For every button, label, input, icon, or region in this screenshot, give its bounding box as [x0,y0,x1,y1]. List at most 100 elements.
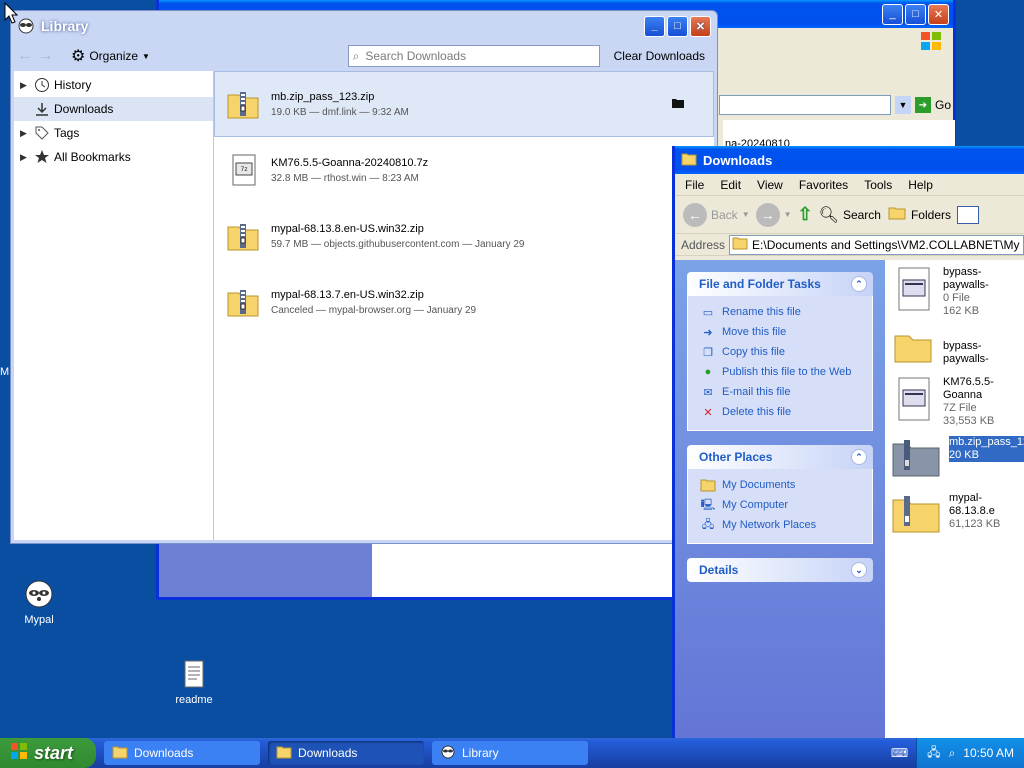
menu-tools[interactable]: Tools [864,178,892,192]
sidebar-item-downloads[interactable]: Downloads [14,97,213,121]
network-tray-icon[interactable]: 🖧︎ [927,743,940,764]
download-item[interactable]: mypal-68.13.8.en-US.win32.zip 59.7 MB — … [214,203,714,269]
folder-item[interactable]: bypass-paywalls- [891,324,1024,371]
task-rename[interactable]: ▭ Rename this file [700,302,860,322]
minimize-button[interactable]: _ [644,15,665,37]
download-item[interactable]: mb.zip_pass_123.zip 19.0 KB — dmf.link —… [214,71,714,137]
file-item[interactable]: KM76.5.5-Goanna 7Z File 33,553 KB [891,376,1024,428]
file-item-selected[interactable]: mb.zip_pass_123 20 KB [891,436,1024,481]
desktop-icon-readme[interactable]: readme [159,658,229,706]
collapse-chevron-icon[interactable]: ⌃ [851,449,867,465]
task-label: My Computer [722,499,789,511]
search-tray-icon[interactable]: ⌕ [949,746,956,761]
task-email[interactable]: ✉ E-mail this file [700,382,860,402]
sidebar-item-label: Downloads [54,102,114,116]
place-my-computer[interactable]: 🖳︎ My Computer [700,495,860,515]
clear-downloads-button[interactable]: Clear Downloads [608,49,711,63]
maximize-button[interactable]: □ [905,3,926,25]
menu-favorites[interactable]: Favorites [799,178,848,192]
explorer-window[interactable]: Downloads File Edit View Favorites Tools… [672,146,1024,740]
panel-header[interactable]: File and Folder Tasks ⌃ [687,272,873,296]
search-button[interactable]: 🔍︎ Search [819,205,881,225]
place-my-documents[interactable]: My Documents [700,475,860,495]
go-button[interactable]: ➔ Go [914,97,951,113]
library-titlebar[interactable]: Library _ □ ✕ [11,11,717,41]
address-field[interactable] [719,95,891,115]
folder-icon [681,152,697,169]
search-downloads-input[interactable]: ⌕ Search Downloads [347,45,600,67]
sidebar-item-history[interactable]: ▶ History [14,73,213,97]
start-button[interactable]: start [0,738,96,768]
taskbar-button-library[interactable]: Library [432,741,588,765]
minimize-button[interactable]: _ [882,3,903,25]
expand-arrow-icon[interactable]: ▶ [20,128,30,139]
taskbar-button-downloads[interactable]: Downloads [104,741,260,765]
generic-file-icon [891,266,935,317]
task-move[interactable]: ➜ Move this file [700,322,860,342]
place-my-network-places[interactable]: 🖧︎ My Network Places [700,515,860,535]
menu-help[interactable]: Help [908,178,933,192]
expand-chevron-icon[interactable]: ⌄ [851,562,867,578]
close-button[interactable]: ✕ [928,3,949,25]
menu-edit[interactable]: Edit [720,178,741,192]
download-item[interactable]: mypal-68.13.7.en-US.win32.zip Canceled —… [214,269,714,335]
archive-file-icon: 7z [225,152,261,188]
sidebar-item-tags[interactable]: ▶ Tags [14,121,213,145]
menu-view[interactable]: View [757,178,783,192]
taskbar-button-downloads-active[interactable]: Downloads [268,741,424,765]
other-places-panel: Other Places ⌃ My Documents 🖳︎ My Compute… [687,445,873,544]
back-arrow-icon[interactable]: ← [17,47,33,64]
task-publish[interactable]: ● Publish this file to the Web [700,362,860,382]
close-button[interactable]: ✕ [690,15,711,37]
panel-header[interactable]: Details ⌄ [687,558,873,582]
views-button[interactable] [956,205,979,224]
menu-file[interactable]: File [685,178,704,192]
go-label: Go [934,98,951,112]
expand-arrow-icon[interactable]: ▶ [20,80,30,91]
download-filename: mb.zip_pass_123.zip [271,90,375,103]
zip-file-icon [891,436,941,481]
forward-button[interactable]: → ▼ [755,202,792,227]
mail-icon: ✉ [703,386,713,399]
up-folder-button[interactable]: ⇧ [798,204,813,225]
zip-file-icon [225,218,261,254]
file-item[interactable]: mypal-68.13.8.e 61,123 KB [891,492,1024,537]
folder-icon [276,745,292,762]
organize-label: Organize [89,49,139,63]
sidebar-item-all-bookmarks[interactable]: ▶ All Bookmarks [14,145,213,169]
keyboard-icon[interactable]: ⌨ [891,746,908,760]
task-copy[interactable]: ❐ Copy this file [700,342,860,362]
forward-arrow-icon[interactable]: → [37,47,53,64]
file-item[interactable]: bypass-paywalls- 0 File 162 KB [891,266,1024,318]
task-label: Publish this file to the Web [722,366,852,378]
taskbar: start Downloads Downloads Library ⌨ 🖧︎ ⌕… [0,738,1024,768]
task-delete[interactable]: ✕ Delete this file [700,402,860,422]
open-folder-icon[interactable] [671,97,685,112]
windows-logo-icon [10,742,28,765]
download-meta: 59.7 MB — objects.githubusercontent.com … [271,238,525,250]
maximize-button[interactable]: □ [667,15,688,37]
explorer-title: Downloads [703,152,773,168]
back-button[interactable]: ← Back ▼ [683,202,750,227]
folders-button[interactable]: Folders [887,205,951,224]
file-size: 162 KB [943,305,980,317]
collapse-chevron-icon[interactable]: ⌃ [851,276,867,292]
start-label: start [34,742,74,763]
rename-icon: ▭ [702,306,714,319]
system-tray: 🖧︎ ⌕ 10:50 AM [916,738,1024,768]
panel-header[interactable]: Other Places ⌃ [687,445,873,469]
copy-icon: ❐ [703,346,713,359]
address-input[interactable]: E:\Documents and Settings\VM2.COLLABNET\… [729,234,1024,255]
expand-arrow-icon[interactable]: ▶ [20,152,30,163]
desktop-icon-mypal[interactable]: Mypal [4,578,74,626]
explorer-titlebar[interactable]: Downloads [675,146,1024,174]
explorer-tasks-pane: File and Folder Tasks ⌃ ▭ Rename this fil… [675,260,885,740]
address-dropdown-button[interactable]: ▼ [894,96,911,114]
explorer-address-bar: Address E:\Documents and Settings\VM2.CO… [675,234,1024,256]
organize-menu-button[interactable]: ⚙ Organize ▼ [71,46,150,66]
task-label: E-mail this file [722,386,791,398]
back-arrow-icon: ← [683,202,707,227]
search-label: Search [842,207,881,222]
download-item[interactable]: 7z KM76.5.5-Goanna-20240810.7z 32.8 MB —… [214,137,714,203]
library-window[interactable]: Library _ □ ✕ ← → ⚙ Organize ▼ ⌕ Search … [10,10,718,544]
